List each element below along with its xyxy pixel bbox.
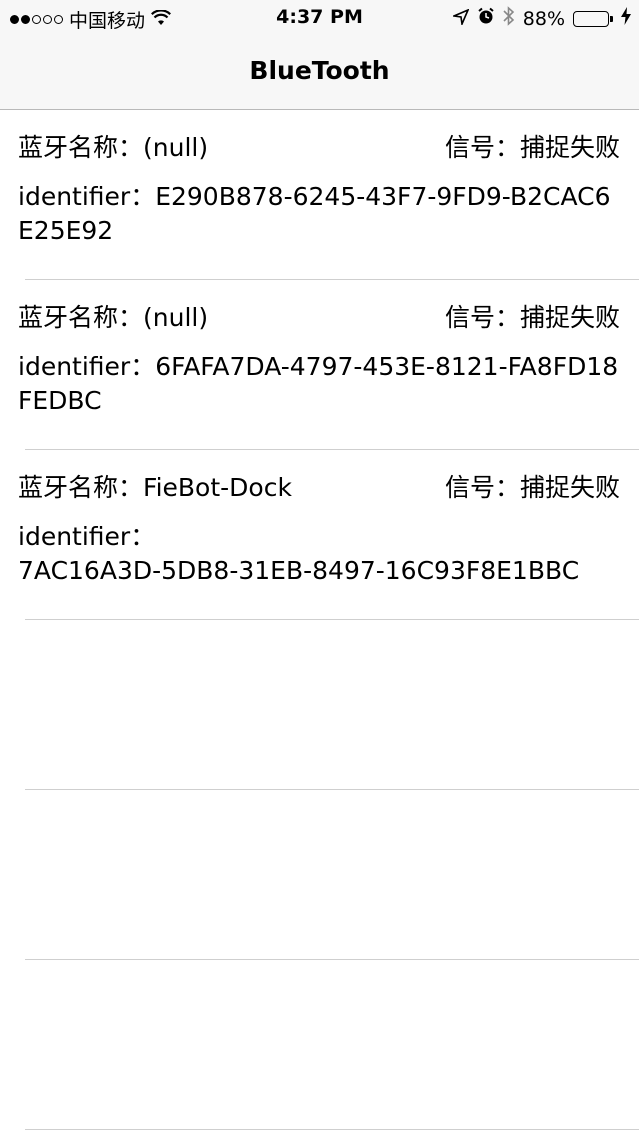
bluetooth-icon (503, 6, 515, 31)
empty-cell (0, 620, 639, 790)
device-name: 蓝牙名称：(null) (18, 298, 208, 334)
device-name: 蓝牙名称：FieBot-Dock (18, 468, 292, 504)
device-signal: 信号：捕捉失败 (445, 468, 620, 504)
charging-bolt-icon (621, 7, 631, 30)
device-name: 蓝牙名称：(null) (18, 128, 208, 164)
device-cell[interactable]: 蓝牙名称：(null) 信号：捕捉失败 identifier：6FAFA7DA-… (0, 280, 639, 450)
device-name-value: (null) (143, 303, 209, 332)
battery-percent: 88% (522, 7, 565, 30)
empty-cell (0, 790, 639, 960)
device-identifier: identifier： 7AC16A3D-5DB8-31EB-8497-16C93… (18, 520, 623, 588)
device-identifier-label: identifier： (18, 352, 156, 381)
empty-cell (0, 960, 639, 1130)
device-name-value: FieBot-Dock (143, 473, 292, 502)
device-identifier: identifier：6FAFA7DA-4797-453E-8121-FA8FD… (18, 350, 623, 418)
nav-title: BlueTooth (249, 56, 390, 85)
location-arrow-icon (450, 7, 470, 30)
device-name-label: 蓝牙名称： (18, 133, 144, 162)
device-cell[interactable]: 蓝牙名称：FieBot-Dock 信号：捕捉失败 identifier： 7AC1… (0, 450, 639, 620)
device-identifier: identifier：E290B878-6245-43F7-9FD9-B2CAC… (18, 180, 623, 248)
device-name-value: (null) (143, 133, 209, 162)
cell-separator (25, 1129, 639, 1130)
device-signal-value: 捕捉失败 (519, 133, 620, 162)
navigation-bar: BlueTooth (0, 38, 639, 110)
device-table: 蓝牙名称：(null) 信号：捕捉失败 identifier：E290B878-… (0, 110, 639, 1130)
device-cell[interactable]: 蓝牙名称：(null) 信号：捕捉失败 identifier：E290B878-… (0, 110, 639, 280)
device-signal-value: 捕捉失败 (519, 303, 620, 332)
status-right: 88% (450, 6, 631, 31)
device-signal-label: 信号： (444, 133, 520, 162)
device-identifier-label: identifier： (18, 522, 156, 551)
device-identifier-value: 7AC16A3D-5DB8-31EB-8497-16C93F8E1BBC (18, 556, 580, 585)
device-signal: 信号：捕捉失败 (445, 128, 620, 164)
device-name-label: 蓝牙名称： (18, 303, 144, 332)
device-signal-value: 捕捉失败 (519, 473, 620, 502)
battery-icon (573, 10, 613, 27)
device-identifier-label: identifier： (18, 182, 156, 211)
status-bar: 中国移动 4:37 PM 88% (0, 0, 639, 38)
alarm-icon (477, 7, 495, 30)
device-name-label: 蓝牙名称： (18, 473, 144, 502)
device-signal-label: 信号： (444, 303, 520, 332)
device-signal: 信号：捕捉失败 (445, 298, 620, 334)
device-signal-label: 信号： (444, 473, 520, 502)
